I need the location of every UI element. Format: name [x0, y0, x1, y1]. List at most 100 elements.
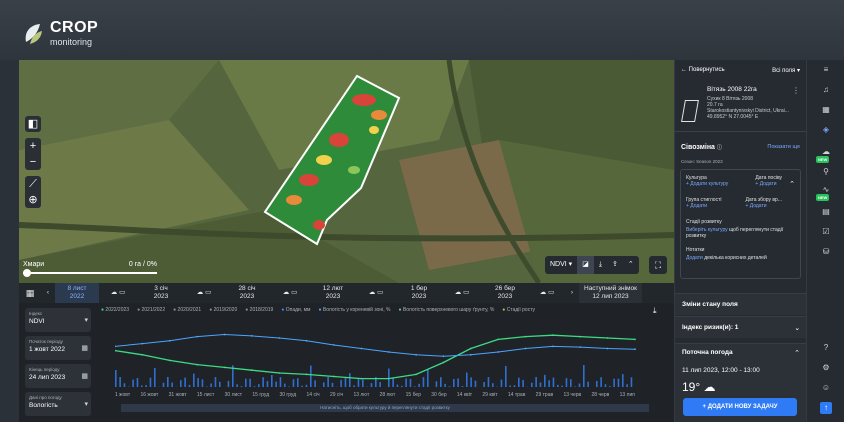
rain-bar [201, 379, 204, 387]
start-date-field[interactable]: Початок періоду 1 жовт 2022 ▦ [25, 336, 91, 360]
show-more-link[interactable]: Показати ще [767, 144, 800, 150]
info-icon[interactable]: ⓘ [717, 145, 722, 151]
ruler-icon[interactable]: ⟋ [25, 176, 41, 192]
x-tick-label: 15 бер [405, 392, 421, 398]
zoom-out-icon[interactable]: − [25, 154, 41, 170]
cloud-icon[interactable]: ☁ ▭ [271, 283, 309, 303]
add-maturity-link[interactable]: + Додати [686, 203, 721, 209]
layers-control[interactable]: ◧ [25, 116, 41, 132]
upload-icon[interactable]: ↑ [820, 402, 832, 414]
satellite-map[interactable]: ◧ + − ⟋ ⊕ Хмари 0 га / 0% NDVI ▾ ◪ ⤓ ⇪ ⌃… [19, 60, 674, 283]
clouds-slider[interactable] [23, 269, 157, 277]
cloud-icon[interactable]: ☁ ▭ [99, 283, 137, 303]
rain-bar [236, 384, 238, 387]
download-icon[interactable]: ⤓ [653, 306, 657, 316]
rain-bar [578, 383, 581, 387]
date-top: 28 січ [238, 285, 256, 292]
pin-icon[interactable]: ⚲ [820, 166, 832, 178]
cloud-icon[interactable]: ☁ ▭ [357, 283, 395, 303]
field-card[interactable]: Вітязь 2008 22га Сухик 8 Вітязь 2008 20.… [675, 80, 806, 132]
date-item[interactable]: 3 січ 2023 [137, 283, 185, 303]
rain-bar [310, 365, 312, 387]
legend-item[interactable]: ● 2021/2022 [137, 307, 165, 313]
calendar-icon[interactable]: ▦ [820, 104, 832, 116]
brand-logo[interactable]: CROP monitoring [22, 20, 98, 47]
cloud-icon[interactable]: ☁ ▭ [443, 283, 481, 303]
fullscreen-icon[interactable]: ⛶ [649, 256, 667, 274]
x-tick-label: 1 жовт [115, 392, 131, 398]
date-item[interactable]: 8 лист 2022 [55, 283, 99, 303]
end-date-field[interactable]: Кінець періоду 24 лип 2023 ▦ [25, 364, 91, 388]
add-crop-link[interactable]: + Додати культуру [686, 181, 728, 187]
calendar-icon[interactable]: ▦ [19, 283, 41, 303]
slider-handle[interactable] [23, 269, 31, 277]
chevron-up-icon[interactable]: ⌃ [794, 349, 800, 357]
index-chart[interactable] [115, 317, 645, 391]
field-value: NDVI [29, 318, 45, 325]
date-item[interactable]: 26 бер 2023 [481, 283, 529, 303]
fields-filter[interactable]: Всі поля ▾ [772, 67, 800, 74]
add-task-button[interactable]: + ДОДАТИ НОВУ ЗАДАЧУ [683, 398, 797, 416]
user-icon[interactable]: ☺ [820, 382, 832, 394]
index-select[interactable]: NDVI ▾ [545, 256, 577, 274]
chart-hint[interactable]: Натисніть, щоб обрати культуру й перегля… [121, 404, 649, 412]
download-icon[interactable]: ⤓ [594, 256, 607, 274]
chevron-up-icon[interactable]: ⌃ [789, 180, 795, 188]
next-image-button[interactable]: Наступний знімок 12 лип 2023 [579, 283, 642, 303]
field-changes-row[interactable]: Зміни стану поля [675, 293, 807, 315]
zoom-in-icon[interactable]: + [25, 138, 41, 154]
back-button[interactable]: ← Повернутись [681, 67, 725, 73]
collapse-icon[interactable]: ⌃ [623, 256, 639, 274]
legend-item[interactable]: ● Стадії росту [502, 307, 535, 313]
layers-icon[interactable]: ◧ [25, 116, 41, 132]
series-point [141, 353, 144, 356]
side-rail: ≡ ♫ ▦ ◈ ☁ NEW ⚲ ∿ NEW ▤ ☑ ⛁ ? ⚙ ☺ ↑ [806, 60, 844, 422]
legend-item[interactable]: ● Опади, мм [281, 307, 310, 313]
cloud-icon[interactable]: ☁ ▭ [185, 283, 223, 303]
rain-bar [214, 377, 217, 387]
more-icon[interactable]: ⋮ [792, 86, 800, 95]
legend-item[interactable]: ● 2022/2023 [101, 307, 129, 313]
grid-icon[interactable]: ▤ [820, 206, 832, 218]
cloud-icon[interactable]: ☁ ▭ [529, 283, 565, 303]
right-panel: ← Повернутись Всі поля ▾ Вітязь 2008 22г… [674, 60, 807, 422]
date-item[interactable]: 12 лют 2023 [309, 283, 357, 303]
database-icon[interactable]: ⛁ [820, 246, 832, 258]
tasks-icon[interactable]: ☑ [820, 226, 832, 238]
index-field[interactable]: Індекс NDVI ▾ [25, 308, 91, 332]
next-image-label: Наступний знімок [584, 285, 637, 292]
rain-bar [561, 385, 563, 387]
add-notes-link[interactable]: Додати [686, 255, 703, 261]
index-toolbar: NDVI ▾ ◪ ⤓ ⇪ ⌃ [545, 256, 639, 274]
rain-bar [258, 384, 260, 387]
date-item[interactable]: 1 бер 2023 [395, 283, 443, 303]
next-arrow-icon[interactable]: › [565, 283, 579, 303]
rain-bar [630, 377, 633, 387]
compare-icon[interactable]: ◪ [577, 256, 594, 274]
settings-icon[interactable]: ⚙ [820, 362, 832, 374]
weather-data-field[interactable]: Дані про погоду Вологість ▾ [25, 392, 91, 416]
legend-item[interactable]: ● 2020/2021 [173, 307, 201, 313]
prev-arrow-icon[interactable]: ‹ [41, 283, 55, 303]
series-point [606, 337, 609, 339]
legend-item[interactable]: ● 2019/2020 [209, 307, 237, 313]
share-icon[interactable]: ⇪ [607, 256, 623, 274]
date-bottom: 2023 [497, 293, 513, 300]
add-harvest-link[interactable]: + Додати [745, 203, 782, 209]
menu-icon[interactable]: ≡ [820, 64, 832, 76]
layers-icon[interactable]: ◈ [820, 124, 832, 136]
add-sowing-link[interactable]: + Додати [755, 181, 782, 187]
legend-item[interactable]: ● Вологість у кореневій зоні, % [318, 307, 390, 313]
rain-bar [453, 378, 455, 387]
date-item[interactable]: 28 січ 2023 [223, 283, 271, 303]
risk-index-row[interactable]: Індекс ризик(и): 1 ⌄ [675, 316, 807, 338]
locate-icon[interactable]: ⊕ [25, 192, 41, 208]
bell-icon[interactable]: ♫ [820, 84, 832, 96]
field-changes-label: Зміни стану поля [682, 301, 738, 308]
legend-item[interactable]: ● 2018/2019 [245, 307, 273, 313]
rain-bar [500, 379, 503, 387]
rain-bar [171, 382, 173, 387]
legend-item[interactable]: ● Вологість поверхневого шару ґрунту, % [398, 307, 494, 313]
help-icon[interactable]: ? [820, 342, 832, 354]
rain-bar [184, 377, 186, 387]
